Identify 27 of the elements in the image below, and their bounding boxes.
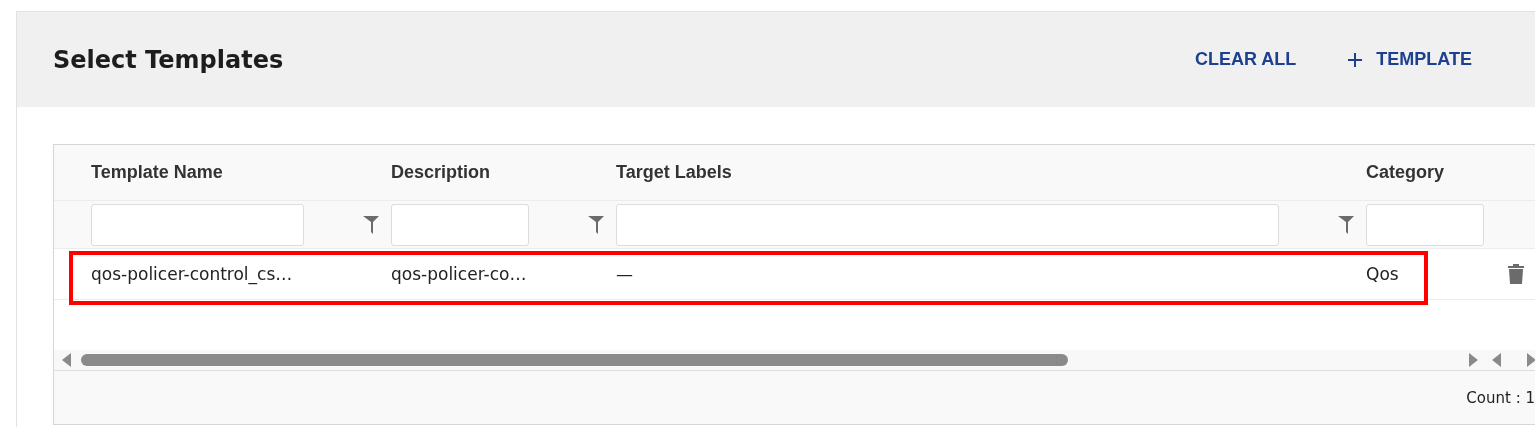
scroll-left-icon[interactable] — [62, 353, 71, 367]
table-cell-text: qos-policer-control_cs… — [91, 264, 294, 284]
horizontal-scrollbar[interactable] — [54, 350, 1535, 370]
plus-icon — [1348, 52, 1363, 67]
filter-field[interactable] — [616, 203, 1279, 246]
add-template-button[interactable]: TEMPLATE — [1348, 49, 1472, 70]
scroll-left-icon[interactable] — [1492, 353, 1501, 367]
clear-all-button[interactable]: CLEAR ALL — [1195, 49, 1297, 70]
trash-icon[interactable] — [1508, 264, 1524, 284]
column-header[interactable]: Target Labels — [616, 162, 1366, 183]
column-header[interactable]: Category — [1366, 162, 1484, 183]
filter-field[interactable] — [91, 203, 304, 246]
table-cell-text: Qos — [1366, 264, 1400, 284]
column-header[interactable]: Template Name — [91, 162, 391, 183]
filter-icon[interactable] — [1338, 215, 1354, 234]
scrollbar-thumb[interactable] — [81, 354, 1068, 366]
row-count: Count : 1 — [1466, 388, 1535, 407]
scroll-right-icon[interactable] — [1469, 353, 1478, 367]
filter-field[interactable] — [391, 203, 529, 246]
table-cell-text: qos-policer-co… — [391, 264, 528, 284]
table-cell-text: — — [616, 264, 634, 284]
scroll-right-icon[interactable] — [1527, 353, 1535, 367]
column-header[interactable]: Description — [391, 162, 616, 183]
filter-field[interactable] — [1366, 203, 1484, 246]
page-title: Select Templates — [53, 45, 285, 74]
filter-icon[interactable] — [363, 215, 379, 234]
filter-icon[interactable] — [588, 215, 604, 234]
